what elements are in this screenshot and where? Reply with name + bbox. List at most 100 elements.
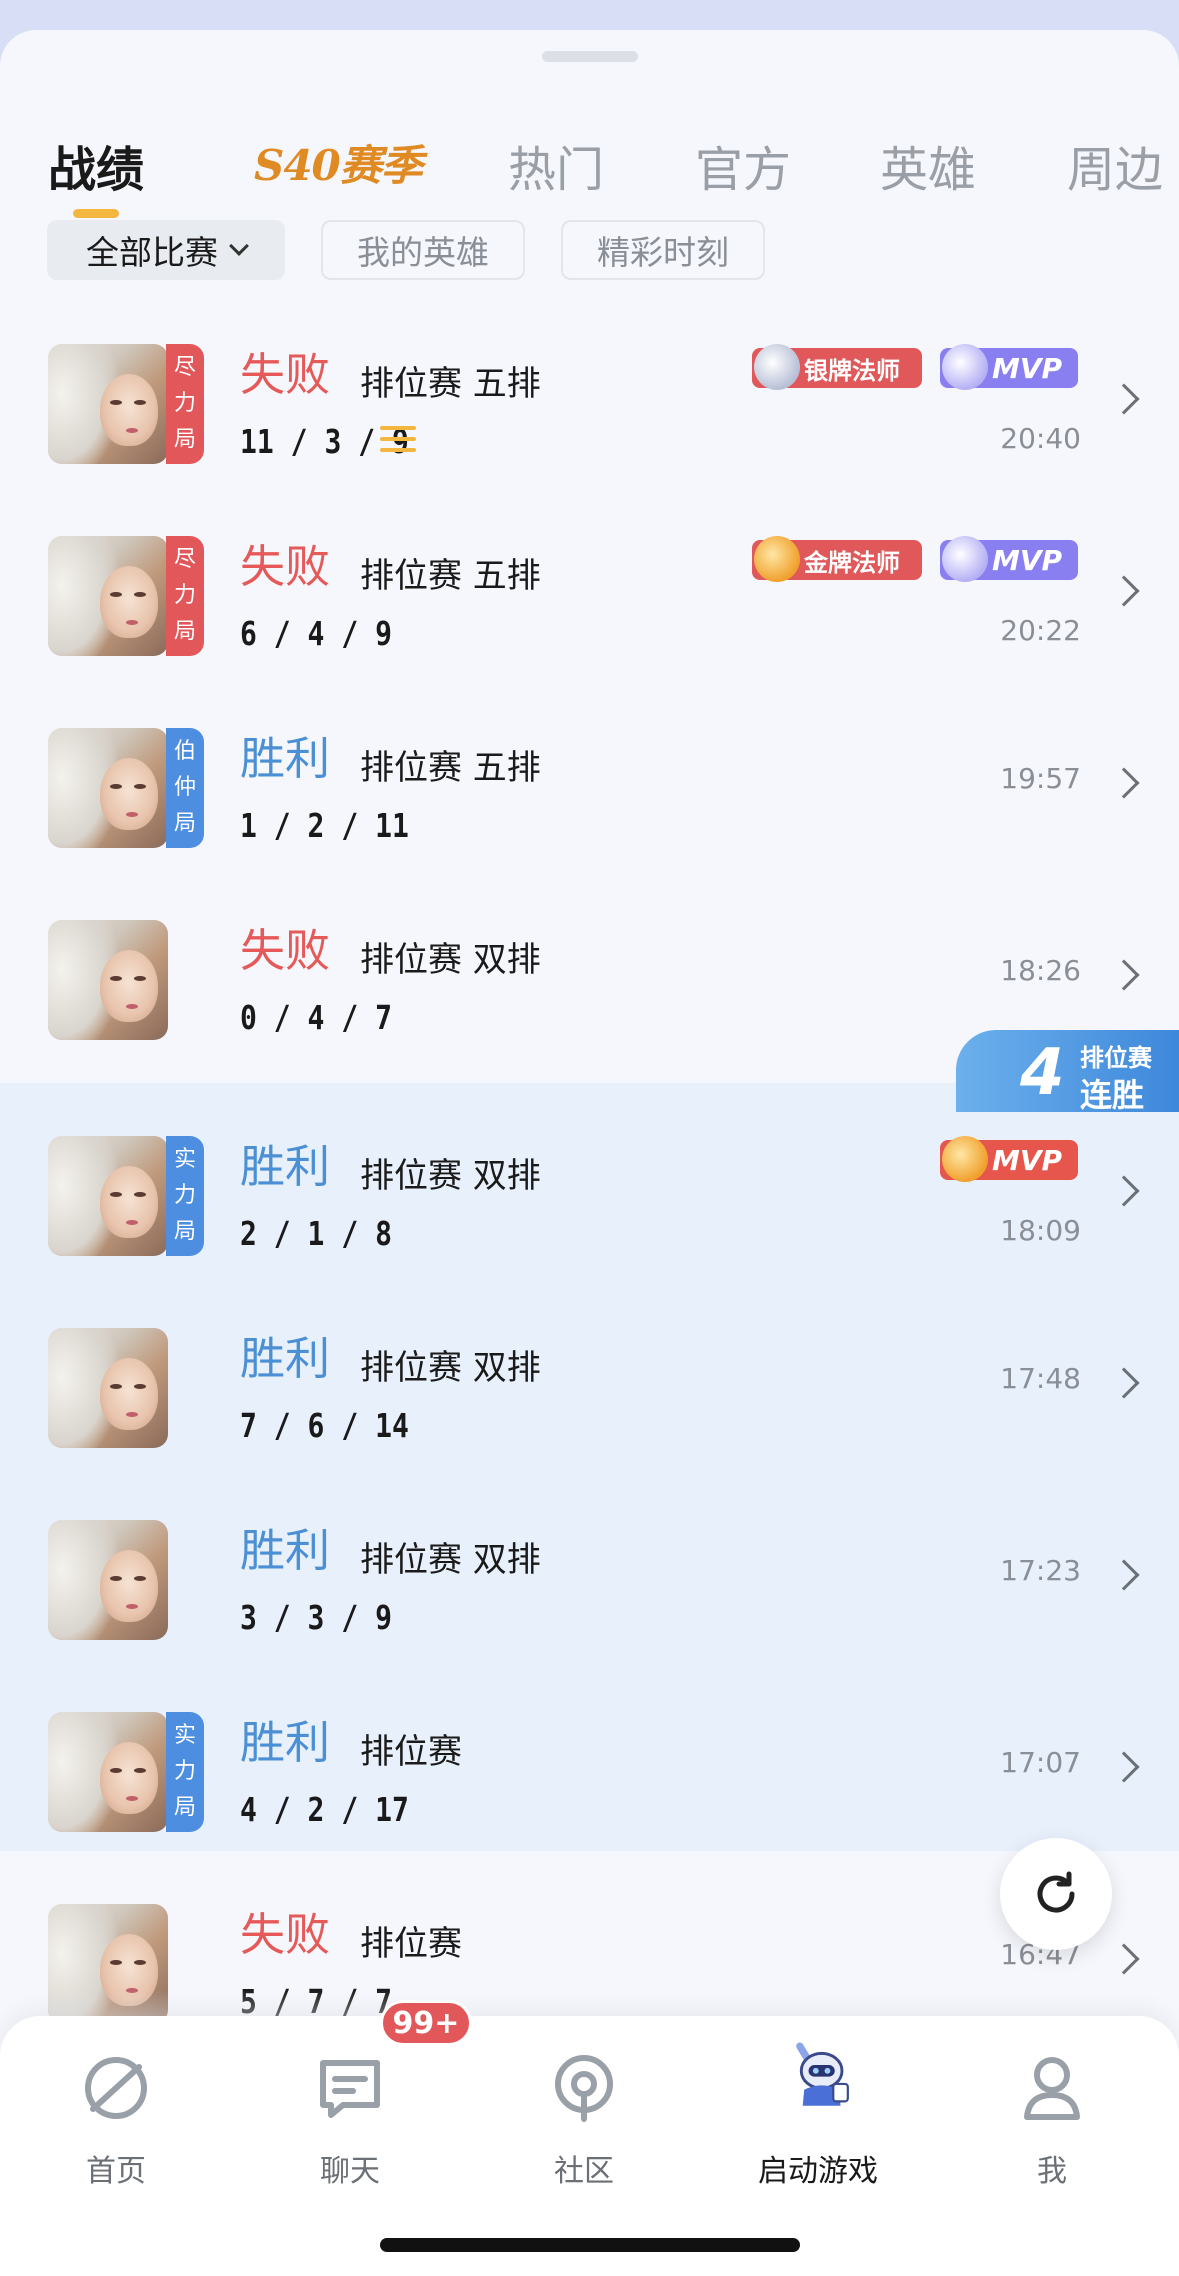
match-mode: 排位赛 五排 <box>360 364 541 404</box>
chevron-right-icon <box>1108 1751 1140 1783</box>
chevron-right-icon <box>1108 575 1140 607</box>
silver-mage-badge: 银牌法师 <box>752 344 922 390</box>
hero-avatar <box>48 344 168 464</box>
nav-profile-label: 我 <box>1037 2154 1067 2189</box>
sheet-grabber[interactable] <box>542 51 638 62</box>
trophy-icon <box>942 1136 988 1182</box>
refresh-icon <box>1037 1871 1075 1913</box>
mvp-badge: MVP <box>940 1136 1078 1182</box>
match-result: 胜利 <box>240 1332 331 1385</box>
chevron-down-icon <box>229 236 249 256</box>
home-icon <box>85 2057 147 2119</box>
filter-my-heroes[interactable]: 我的英雄 <box>321 220 525 280</box>
match-time: 19:57 <box>1000 762 1081 795</box>
match-tag: 尽力局 <box>166 344 204 464</box>
hero-avatar <box>48 728 168 848</box>
match-tag: 实力局 <box>166 1136 204 1256</box>
match-mode: 排位赛 双排 <box>360 940 541 980</box>
streak-label-mode: 排位赛 <box>1080 1044 1152 1072</box>
tab-official[interactable]: 官方 <box>695 130 791 200</box>
chevron-right-icon <box>1108 383 1140 415</box>
match-result: 胜利 <box>240 1140 331 1193</box>
match-time: 20:40 <box>1000 422 1081 455</box>
community-icon <box>555 2055 613 2122</box>
tab-around[interactable]: 周边 <box>1067 130 1163 200</box>
chevron-right-icon <box>1108 1367 1140 1399</box>
home-indicator <box>380 2238 800 2252</box>
match-mode: 排位赛 五排 <box>360 556 541 596</box>
match-time: 17:23 <box>1000 1554 1081 1587</box>
match-tag: 伯仲局 <box>166 728 204 848</box>
match-mode: 排位赛 双排 <box>360 1348 541 1388</box>
bottom-nav: 首页 聊天 社区 启动游戏 我 <box>0 2016 1179 2276</box>
chat-unread-badge: 99+ <box>380 2000 472 2046</box>
kda-highlight-icon <box>380 426 416 456</box>
chevron-right-icon <box>1108 1175 1140 1207</box>
medal-icon <box>754 536 800 582</box>
trophy-icon <box>942 344 988 390</box>
refresh-button[interactable] <box>1000 1838 1112 1950</box>
nav-profile[interactable]: 我 <box>972 2048 1132 2190</box>
filter-highlights[interactable]: 精彩时刻 <box>561 220 765 280</box>
nav-community-label: 社区 <box>554 2154 614 2189</box>
match-result: 失败 <box>240 540 331 593</box>
nav-home[interactable]: 首页 <box>36 2048 196 2190</box>
match-result: 胜利 <box>240 1716 331 1769</box>
nav-launch-game[interactable]: 启动游戏 <box>738 2042 898 2190</box>
chevron-right-icon <box>1108 767 1140 799</box>
hero-avatar <box>48 1136 168 1256</box>
hero-avatar <box>48 1520 168 1640</box>
chat-icon <box>320 2060 380 2118</box>
match-row[interactable]: 伯仲局 胜利 排位赛 五排 1 / 2 / 11 19:57 <box>0 694 1179 886</box>
hero-avatar <box>48 1328 168 1448</box>
tab-record[interactable]: 战绩 <box>48 130 144 200</box>
nav-launch-game-label: 启动游戏 <box>758 2154 878 2189</box>
match-time: 18:09 <box>1000 1214 1081 1247</box>
trophy-icon <box>942 536 988 582</box>
nav-chat-label: 聊天 <box>320 2154 380 2189</box>
match-row[interactable]: 实力局 胜利 排位赛 4 / 2 / 17 17:07 <box>0 1678 1179 1870</box>
mvp-badge: MVP <box>940 344 1078 390</box>
match-mode: 排位赛 双排 <box>360 1156 541 1196</box>
match-time: 18:26 <box>1000 954 1081 987</box>
match-result: 胜利 <box>240 732 331 785</box>
match-history-sheet: 战绩 S40赛季 热门 官方 英雄 周边 全部比赛 我的英雄 精彩时刻 尽力局 … <box>0 30 1179 2276</box>
match-kda: 7 / 6 / 14 <box>240 1406 409 1445</box>
nav-home-label: 首页 <box>86 2154 146 2189</box>
match-mode: 排位赛 <box>360 1924 462 1964</box>
tab-season[interactable]: S40赛季 <box>254 132 423 193</box>
chevron-right-icon <box>1108 1559 1140 1591</box>
win-streak-ribbon: 4 排位赛 连胜 <box>956 1030 1179 1114</box>
hero-avatar <box>48 1712 168 1832</box>
hero-avatar <box>48 920 168 1040</box>
match-row[interactable]: 胜利 排位赛 双排 7 / 6 / 14 17:48 <box>0 1294 1179 1486</box>
top-tabs: 战绩 S40赛季 热门 官方 英雄 周边 <box>0 106 1179 218</box>
match-row[interactable]: 尽力局 失败 排位赛 五排 11 / 3 / 9 银牌法师 MVP 20:40 <box>0 310 1179 502</box>
medal-icon <box>754 344 800 390</box>
nav-chat[interactable]: 聊天 <box>270 2048 430 2190</box>
filter-all-matches[interactable]: 全部比赛 <box>47 220 285 280</box>
mvp-badge: MVP <box>940 536 1078 582</box>
tab-hot[interactable]: 热门 <box>508 130 604 200</box>
match-mode: 排位赛 双排 <box>360 1540 541 1580</box>
profile-icon <box>1024 2057 1080 2120</box>
chevron-right-icon <box>1108 1943 1140 1975</box>
match-kda: 6 / 4 / 9 <box>240 614 392 653</box>
match-kda: 4 / 2 / 17 <box>240 1790 409 1829</box>
chevron-right-icon <box>1108 959 1140 991</box>
hero-avatar <box>48 536 168 656</box>
match-row[interactable]: 胜利 排位赛 双排 3 / 3 / 9 17:23 <box>0 1486 1179 1678</box>
match-tag: 实力局 <box>166 1712 204 1832</box>
tab-heroes[interactable]: 英雄 <box>880 130 976 200</box>
match-row[interactable]: 实力局 胜利 排位赛 双排 2 / 1 / 8 MVP 18:09 <box>0 1102 1179 1294</box>
tab-active-indicator <box>73 209 119 218</box>
nav-community[interactable]: 社区 <box>504 2048 664 2190</box>
match-result: 失败 <box>240 348 331 401</box>
gold-mage-badge: 金牌法师 <box>752 536 922 582</box>
match-mode: 排位赛 <box>360 1732 462 1772</box>
match-result: 失败 <box>240 1908 331 1961</box>
launch-game-icon <box>796 2042 849 2106</box>
match-mode: 排位赛 五排 <box>360 748 541 788</box>
match-kda: 0 / 4 / 7 <box>240 998 392 1037</box>
match-row[interactable]: 尽力局 失败 排位赛 五排 6 / 4 / 9 金牌法师 MVP 20:22 <box>0 502 1179 694</box>
